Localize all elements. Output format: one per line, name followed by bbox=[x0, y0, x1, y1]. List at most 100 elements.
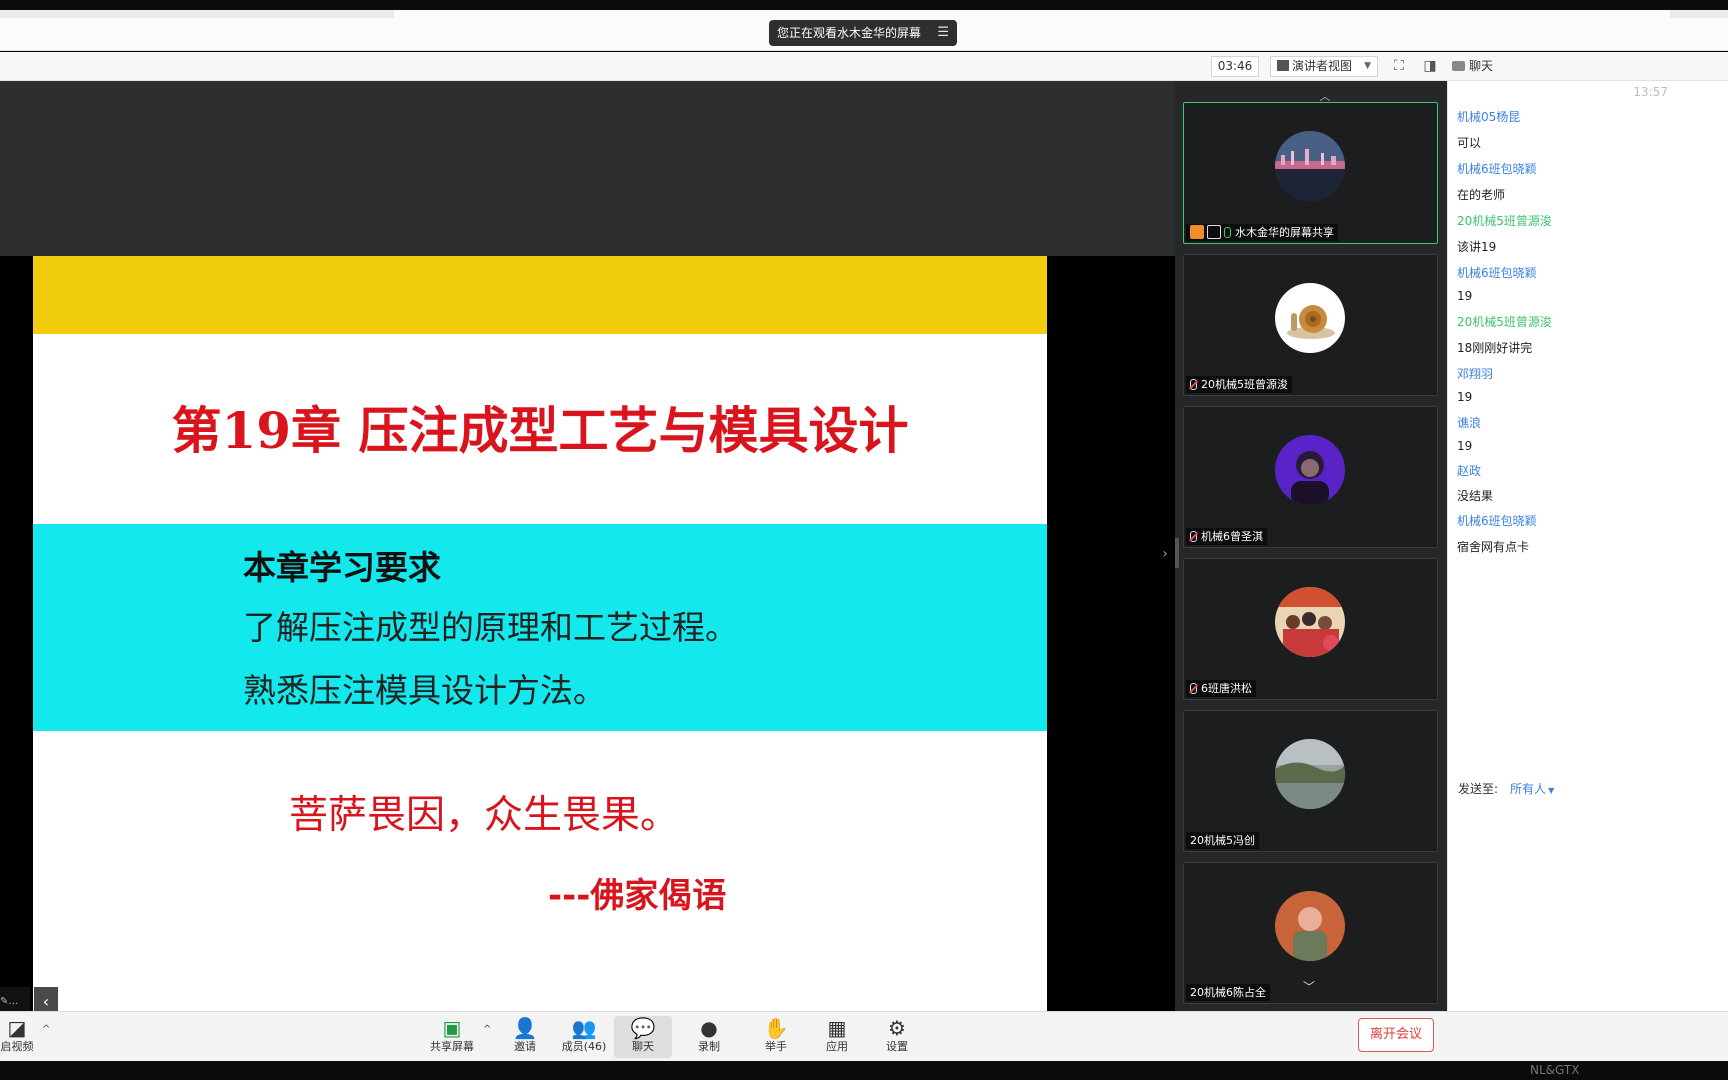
video-tile[interactable]: 20机械5冯创 bbox=[1183, 710, 1438, 852]
video-tile[interactable]: 水木金华的屏幕共享 bbox=[1183, 102, 1438, 244]
participant-name: 6班唐洪松 bbox=[1201, 682, 1252, 695]
chat-message-text: 该讲19 bbox=[1457, 240, 1497, 254]
gear-icon: ⚙ bbox=[888, 1016, 906, 1040]
participant-name: 机械6曾圣淇 bbox=[1201, 530, 1263, 543]
share-screen-icon: ▣ bbox=[442, 1016, 462, 1040]
slide-yellow-band bbox=[33, 256, 1047, 334]
person-orange-avatar bbox=[1275, 891, 1345, 961]
members-icon: 👥 bbox=[571, 1016, 597, 1040]
landscape-avatar bbox=[1275, 739, 1345, 809]
meeting-timer: 03:46 bbox=[1211, 56, 1259, 77]
settings-button[interactable]: ⚙ 设置 bbox=[868, 1016, 926, 1058]
view-mode-dropdown[interactable]: 演讲者视图 ▼ bbox=[1270, 56, 1378, 77]
apps-grid-icon: ▦ bbox=[827, 1016, 847, 1040]
record-button[interactable]: ● 录制 bbox=[680, 1016, 738, 1058]
chat-sender[interactable]: 谯浪 bbox=[1457, 414, 1481, 431]
chat-message-text: 19 bbox=[1457, 390, 1473, 404]
host-icon bbox=[1190, 225, 1204, 239]
start-video-button[interactable]: ◪ 启视频 bbox=[0, 1016, 46, 1058]
screen-share-banner[interactable]: 您正在观看水木金华的屏幕 ☰ bbox=[769, 20, 958, 46]
slide-quote-source: ---佛家偈语 bbox=[548, 876, 727, 916]
menu-icon[interactable]: ☰ bbox=[937, 20, 949, 46]
chat-toggle-button[interactable]: 聊天 bbox=[1452, 56, 1493, 77]
participant-name-bar: 20机械5冯创 bbox=[1186, 832, 1259, 849]
sidebar-layout-icon[interactable]: ◨ bbox=[1422, 58, 1438, 74]
chat-sender[interactable]: 机械6班包晓颖 bbox=[1457, 264, 1537, 281]
panel-resize-handle[interactable] bbox=[1175, 538, 1179, 568]
record-label: 录制 bbox=[698, 1040, 720, 1053]
chat-message-text: 没结果 bbox=[1457, 489, 1494, 503]
shared-screen-area: 第19章 压注成型工艺与模具设计 本章学习要求 了解压注成型的原理和工艺过程。 … bbox=[0, 81, 1175, 1017]
participant-name: 20机械6陈占全 bbox=[1190, 986, 1266, 999]
chat-sender[interactable]: 机械6班包晓颖 bbox=[1457, 160, 1537, 177]
meeting-window: 您正在观看水木金华的屏幕 ☰ 03:46 演讲者视图 ▼ ⛶ ◨ 聊天 第19章… bbox=[0, 0, 1728, 1080]
chat-toggle-label: 聊天 bbox=[1469, 59, 1494, 73]
fullscreen-icon[interactable]: ⛶ bbox=[1391, 58, 1407, 74]
city-night-avatar bbox=[1275, 131, 1345, 201]
video-tile[interactable]: 机械6曾圣淇 bbox=[1183, 406, 1438, 548]
slide-quote: 菩萨畏因，众生畏果。 bbox=[289, 793, 680, 838]
apps-button[interactable]: ▦ 应用 bbox=[808, 1016, 866, 1058]
chat-sender[interactable]: 20机械5班曾源浚 bbox=[1457, 313, 1552, 330]
hand-icon: ✋ bbox=[763, 1016, 789, 1040]
presentation-slide: 第19章 压注成型工艺与模具设计 本章学习要求 了解压注成型的原理和工艺过程。 … bbox=[33, 256, 1047, 1017]
chat-sender[interactable]: 机械05杨昆 bbox=[1457, 108, 1520, 125]
video-off-icon: ◪ bbox=[7, 1016, 27, 1040]
members-label: 成员(46) bbox=[561, 1040, 607, 1053]
chat-panel: 13:57 机械05杨昆 可以 机械6班包晓颖 在的老师 20机械5班曾源浚 该… bbox=[1447, 81, 1728, 1011]
chat-button[interactable]: 💬 聊天 bbox=[614, 1016, 672, 1058]
chat-message-text: 18刚刚好讲完 bbox=[1457, 341, 1533, 355]
screen-share-icon bbox=[1207, 225, 1221, 239]
chat-sender[interactable]: 机械6班包晓颖 bbox=[1457, 512, 1537, 529]
chevron-down-icon[interactable]: ﹀ bbox=[1303, 978, 1315, 995]
apps-label: 应用 bbox=[826, 1040, 848, 1053]
participant-name-bar: 6班唐洪松 bbox=[1186, 680, 1256, 697]
meeting-controls-bar: ◪ 启视频 ▣ 共享屏幕 👤 邀请 👥 成员(46) 💬 聊天 ● 录制 ✋ 举… bbox=[0, 1011, 1728, 1061]
chat-message-text: 可以 bbox=[1457, 136, 1482, 150]
crowd-photo-avatar bbox=[1275, 587, 1345, 657]
participant-name-bar: 水木金华的屏幕共享 bbox=[1186, 224, 1338, 241]
participant-name: 20机械5班曾源浚 bbox=[1201, 378, 1288, 391]
chat-timestamp: 13:57 bbox=[1633, 85, 1668, 99]
chevron-right-icon[interactable]: › bbox=[1155, 540, 1175, 568]
share-screen-button[interactable]: ▣ 共享屏幕 bbox=[423, 1016, 481, 1058]
chat-bubble-icon bbox=[1452, 61, 1465, 71]
share-screen-label: 共享屏幕 bbox=[430, 1040, 474, 1053]
video-options-chevron-icon[interactable]: ^ bbox=[42, 1024, 50, 1035]
taskbar-corner-text: NL&GTX bbox=[1530, 1063, 1580, 1077]
chat-sender[interactable]: 赵政 bbox=[1457, 462, 1481, 479]
person-purple-avatar bbox=[1275, 435, 1345, 505]
share-options-chevron-icon[interactable]: ^ bbox=[483, 1024, 491, 1035]
raise-hand-label: 举手 bbox=[765, 1040, 787, 1053]
chat-sender[interactable]: 邓翔羽 bbox=[1457, 365, 1493, 382]
invite-button[interactable]: 👤 邀请 bbox=[496, 1016, 554, 1058]
participant-name: 水木金华的屏幕共享 bbox=[1235, 226, 1334, 239]
start-video-label: 启视频 bbox=[0, 1040, 34, 1053]
microphone-icon bbox=[1224, 227, 1231, 238]
participant-name-bar: 机械6曾圣淇 bbox=[1186, 528, 1267, 545]
members-button[interactable]: 👥 成员(46) bbox=[555, 1016, 613, 1058]
leave-meeting-button[interactable]: 离开会议 bbox=[1358, 1018, 1434, 1052]
participant-name-bar: 20机械6陈占全 bbox=[1186, 984, 1270, 1001]
invite-label: 邀请 bbox=[514, 1040, 536, 1053]
send-to-selector[interactable]: 发送至: 所有人 ▼ bbox=[1458, 780, 1554, 797]
view-mode-label: 演讲者视图 bbox=[1292, 59, 1353, 73]
record-icon: ● bbox=[700, 1016, 718, 1040]
slide-requirement-line: 熟悉压注模具设计方法。 bbox=[243, 671, 606, 710]
video-tile[interactable]: 20机械5班曾源浚 bbox=[1183, 254, 1438, 396]
chat-sender[interactable]: 20机械5班曾源浚 bbox=[1457, 212, 1552, 229]
slide-title: 第19章 压注成型工艺与模具设计 bbox=[171, 401, 909, 460]
taskbar-strip: NL&GTX bbox=[0, 1061, 1728, 1080]
settings-label: 设置 bbox=[886, 1040, 908, 1053]
add-user-icon: 👤 bbox=[512, 1016, 538, 1040]
chat-message-text: 宿舍网有点卡 bbox=[1457, 540, 1530, 554]
chevron-down-icon: ▼ bbox=[1364, 61, 1371, 71]
title-bar-tab bbox=[0, 10, 394, 18]
top-strip bbox=[0, 0, 1728, 10]
raise-hand-button[interactable]: ✋ 举手 bbox=[747, 1016, 805, 1058]
chat-message-text: 19 bbox=[1457, 439, 1473, 453]
participant-name-bar: 20机械5班曾源浚 bbox=[1186, 376, 1292, 393]
snail-avatar bbox=[1275, 283, 1345, 353]
send-to-target[interactable]: 所有人 bbox=[1510, 782, 1546, 796]
video-tile[interactable]: 6班唐洪松 bbox=[1183, 558, 1438, 700]
